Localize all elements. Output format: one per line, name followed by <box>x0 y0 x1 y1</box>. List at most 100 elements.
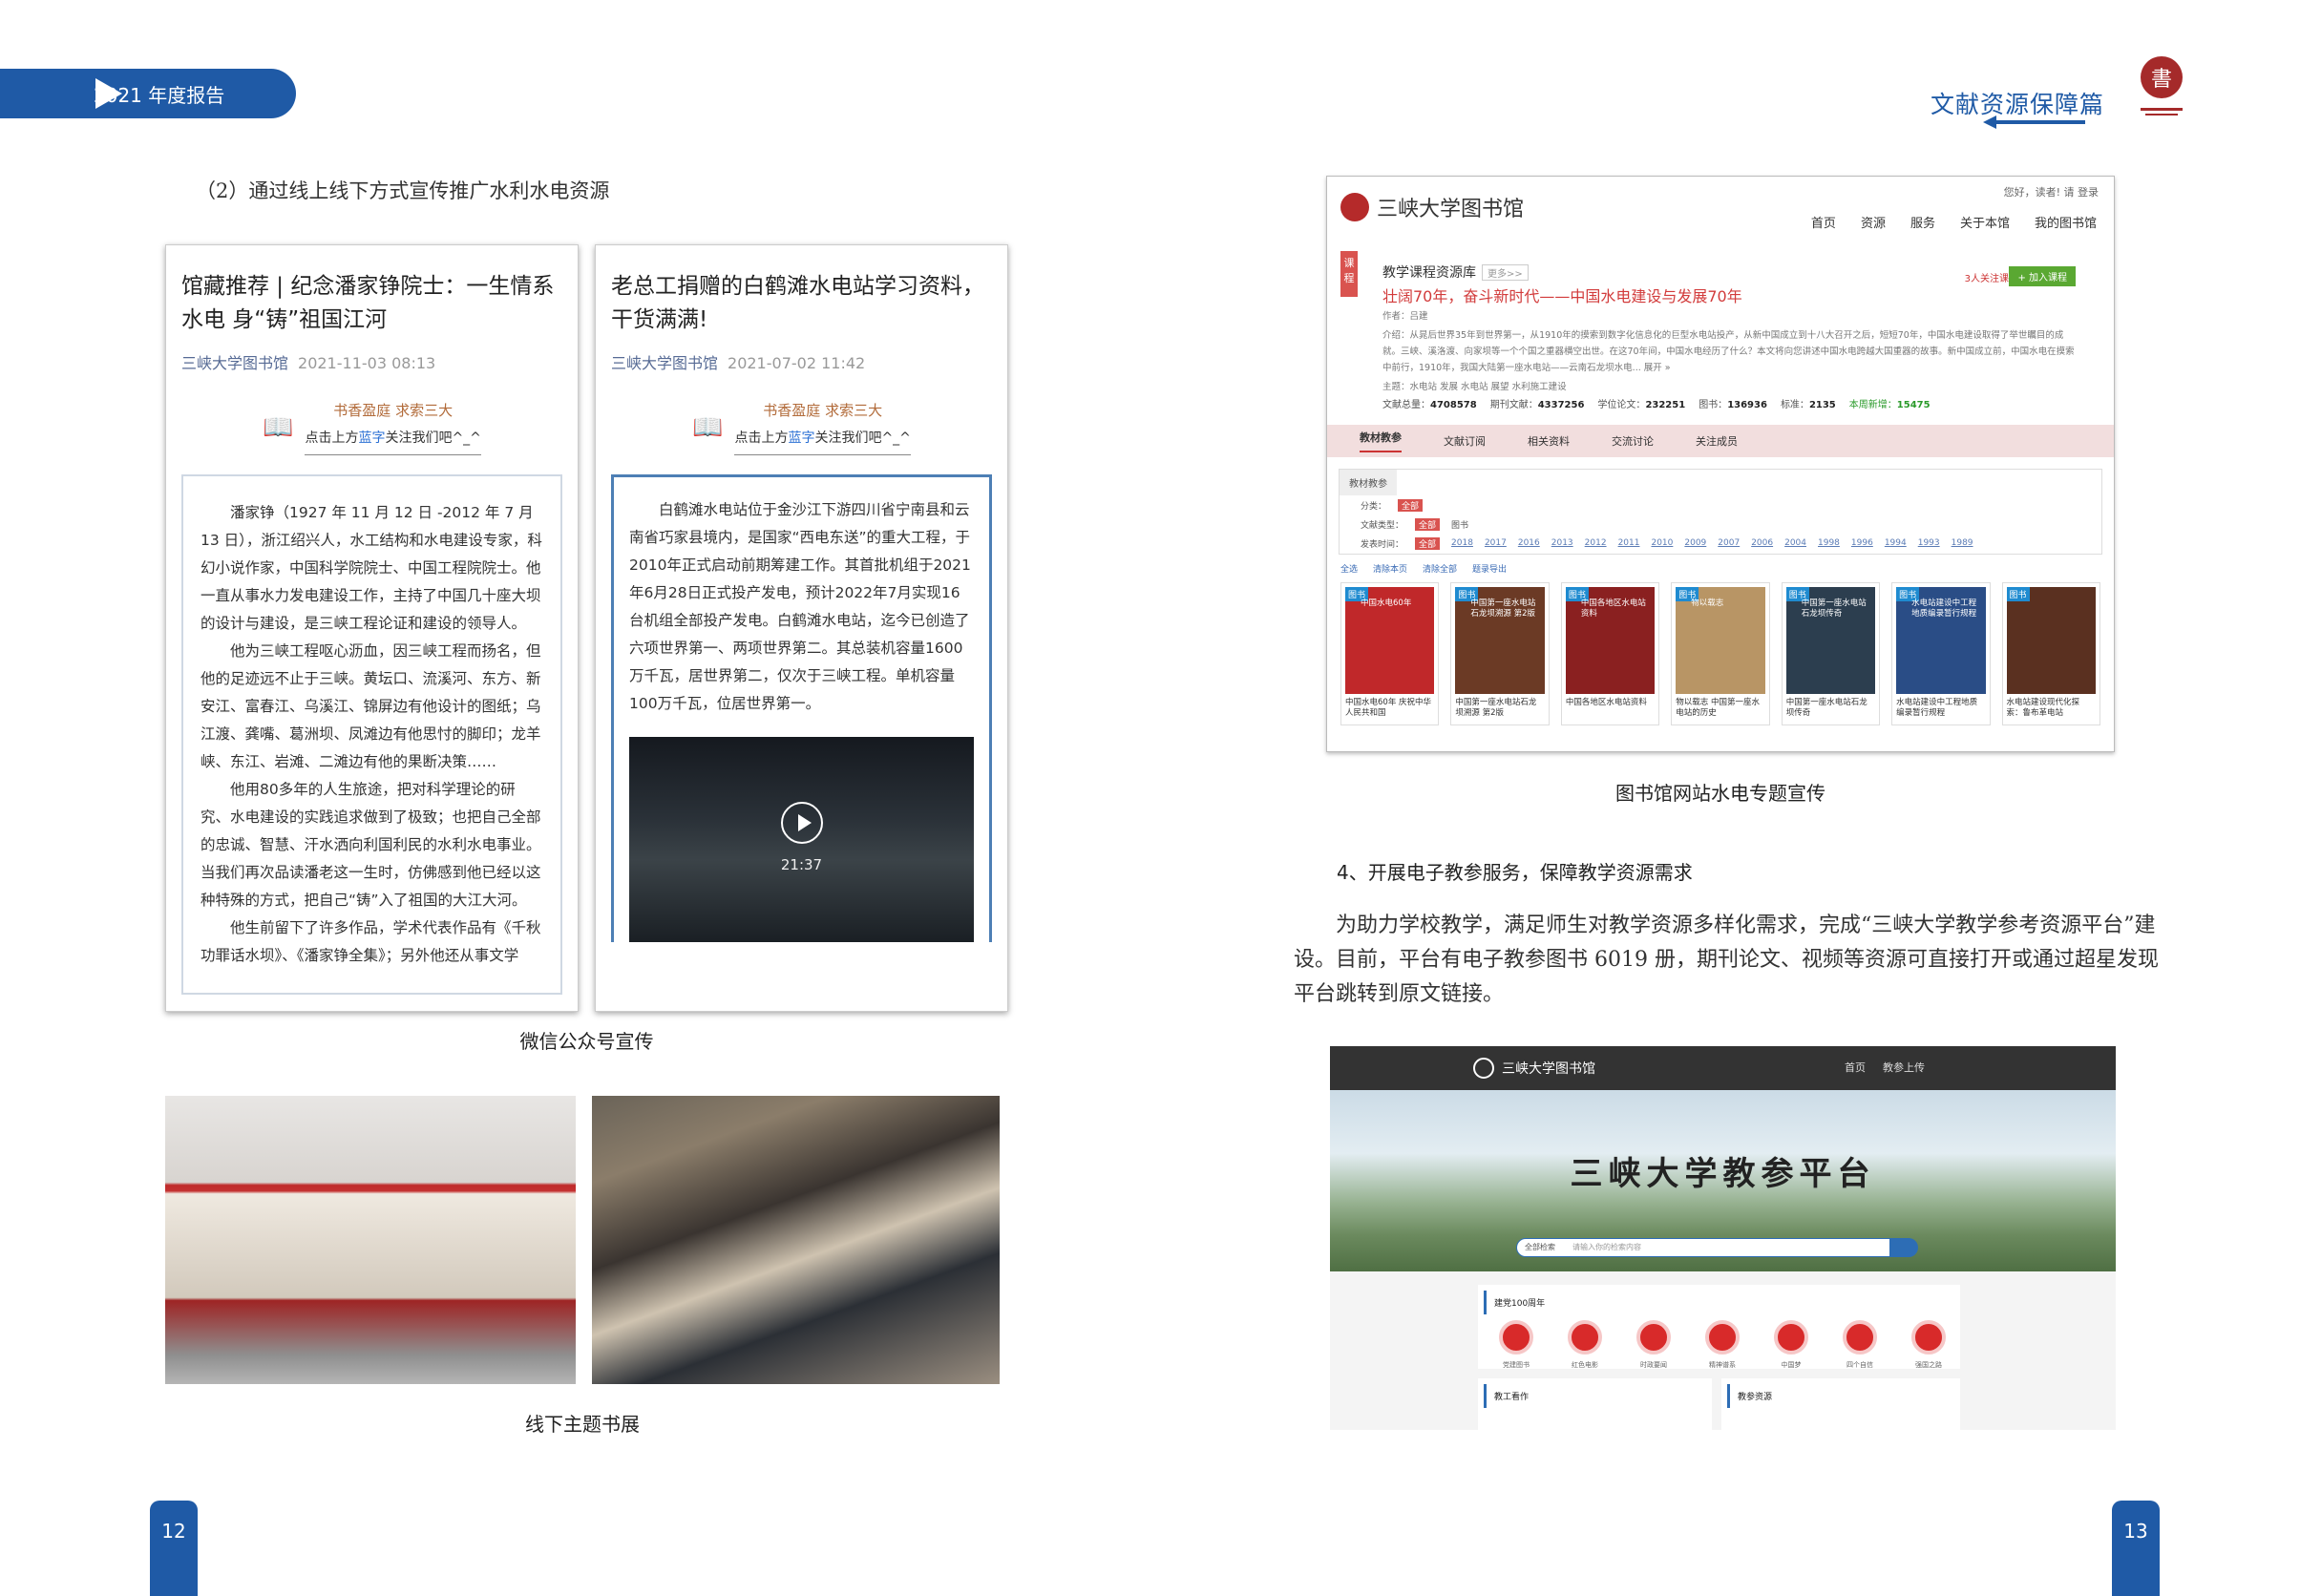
category-icon-button[interactable]: 强国之路 <box>1911 1320 1946 1370</box>
party-section-title: 建党100周年 <box>1484 1291 1954 1314</box>
book-card[interactable]: 图书 中国水电60年中国水电60年 庆祝中华人民共和国 <box>1340 582 1440 725</box>
filter-year-option[interactable]: 2007 <box>1718 538 1740 548</box>
filter-head: 教材教参 <box>1340 470 1397 495</box>
select-all[interactable]: 全选 <box>1340 562 1358 575</box>
edu-logo[interactable]: 三峡大学图书馆 <box>1473 1058 1595 1079</box>
wechat-post-2: 老总工捐赠的白鹤滩水电站学习资料，干货满满! 三峡大学图书馆 2021-07-02… <box>595 244 1008 1012</box>
filter-year-option[interactable]: 2012 <box>1585 538 1607 548</box>
nav-my-library[interactable]: 我的图书馆 <box>2035 213 2097 231</box>
post1-title[interactable]: 馆藏推荐 | 纪念潘家铮院士：一生情系水电 身“铸”祖国江河 <box>166 270 578 337</box>
filter-year-option[interactable]: 2011 <box>1618 538 1640 548</box>
clear-all[interactable]: 清除全部 <box>1423 562 1457 575</box>
category-icon-button[interactable]: 四个自信 <box>1843 1320 1877 1370</box>
book-cover[interactable]: 图书 物以载志 <box>1676 587 1765 694</box>
course-title: 教学课程资源库 <box>1382 265 1476 281</box>
nav-services[interactable]: 服务 <box>1910 213 1935 231</box>
category-icon-button[interactable]: 精神谱系 <box>1705 1320 1740 1370</box>
more-link[interactable]: 更多>> <box>1482 264 1529 281</box>
book-card[interactable]: 图书 中国第一座水电站石龙坝传奇中国第一座水电站石龙坝传奇 <box>1781 582 1881 725</box>
book-card[interactable]: 图书 中国第一座水电站石龙坝溯源 第2版中国第一座水电站石龙坝溯源 第2版 <box>1450 582 1550 725</box>
nav-home[interactable]: 首页 <box>1811 213 1836 231</box>
filter-label: 分类： <box>1361 501 1387 512</box>
filter-year-option[interactable]: 2017 <box>1485 538 1507 548</box>
book-card[interactable]: 图书 水电站建设中工程地质编录暂行规程水电站建设中工程地质编录暂行规程 <box>1891 582 1991 725</box>
edu-platform-screenshot: 三峡大学图书馆 首页 教参上传 三峡大学教参平台 全部检索 请输入你的检索内容 建… <box>1330 1046 2116 1430</box>
filter-year-option[interactable]: 全部 <box>1415 536 1441 550</box>
filter-year-option[interactable]: 2004 <box>1784 538 1806 548</box>
filter-year-option[interactable]: 1989 <box>1952 538 1973 548</box>
tab-related[interactable]: 相关资料 <box>1528 433 1570 449</box>
stat-value: 15475 <box>1896 400 1931 410</box>
nav-resources[interactable]: 资源 <box>1861 213 1886 231</box>
book-card[interactable]: 图书 中国各地区水电站资料 中国各地区水电站资料 <box>1560 582 1660 725</box>
tab-textbooks[interactable]: 教材教参 <box>1360 430 1402 452</box>
edu-nav-home[interactable]: 首页 <box>1845 1060 1866 1075</box>
filter-panel: 教材教参 分类： 全部 文献类型： 全部 图书 发表时间： 全部 2018 2017 2016… <box>1339 469 2102 555</box>
category-icon-button[interactable]: 中国梦 <box>1774 1320 1808 1370</box>
video-player[interactable]: 21:37 <box>629 737 974 942</box>
filter-option[interactable]: 图书 <box>1451 518 1468 531</box>
category-icon-button[interactable]: 党建图书 <box>1499 1320 1533 1370</box>
filter-year-option[interactable]: 2018 <box>1451 538 1473 548</box>
book-cover[interactable]: 图书 水电站建设中工程地质编录暂行规程 <box>1896 587 1986 694</box>
search-category[interactable]: 全部检索 <box>1525 1242 1555 1252</box>
filter-option[interactable]: 全部 <box>1415 517 1441 531</box>
book-cover-title: 中国各地区水电站资料 <box>1580 598 1646 619</box>
filter-year-option[interactable]: 2006 <box>1751 538 1773 548</box>
book-title[interactable]: 水电站建设现代化探索：鲁布革电站 <box>2007 698 2096 719</box>
library-logo[interactable]: 三峡大学图书馆 <box>1340 192 1524 222</box>
category-icon-button[interactable]: 时政要闻 <box>1636 1320 1671 1370</box>
post2-title[interactable]: 老总工捐赠的白鹤滩水电站学习资料，干货满满! <box>596 270 1007 337</box>
tab-discussion[interactable]: 交流讨论 <box>1612 433 1654 449</box>
post1-para: 他用80多年的人生旅途，把对科学理论的研究、水电建设的实践追求做到了极致；也把自… <box>200 781 541 909</box>
stat-label: 期刊文献： <box>1489 400 1538 410</box>
category-label: 党建图书 <box>1503 1361 1530 1369</box>
play-button-icon[interactable] <box>780 802 823 844</box>
tab-members[interactable]: 关注成员 <box>1696 433 1738 449</box>
category-icon-button[interactable]: 红色电影 <box>1568 1320 1602 1370</box>
clear-page[interactable]: 清除本页 <box>1373 562 1407 575</box>
book-cover[interactable]: 图书 中国第一座水电站石龙坝溯源 第2版 <box>1455 587 1545 694</box>
export-records[interactable]: 题录导出 <box>1472 562 1507 575</box>
stat-value: 4337256 <box>1537 400 1585 410</box>
search-button[interactable] <box>1889 1238 1918 1257</box>
book-title[interactable]: 物以载志 中国第一座水电站的历史 <box>1676 698 1764 719</box>
filter-year-option[interactable]: 2010 <box>1651 538 1673 548</box>
search-placeholder[interactable]: 请输入你的检索内容 <box>1572 1242 1641 1252</box>
book-title[interactable]: 中国各地区水电站资料 <box>1566 698 1655 708</box>
book-cover[interactable]: 图书 中国各地区水电站资料 <box>1565 587 1656 694</box>
filter-year-option[interactable]: 1993 <box>1918 538 1940 548</box>
book-type-badge: 图书 <box>2006 587 2030 601</box>
post2-source[interactable]: 三峡大学图书馆 <box>611 354 718 372</box>
open-book-icon: 📖 <box>692 413 724 442</box>
arrow-head-icon <box>1983 116 1996 129</box>
filter-year-option[interactable]: 1994 <box>1885 538 1907 548</box>
book-title[interactable]: 水电站建设中工程地质编录暂行规程 <box>1896 698 1985 719</box>
open-book-icon: 📖 <box>263 413 294 442</box>
red-circle-icon <box>1843 1320 1877 1354</box>
book-cover[interactable]: 图书 <box>2006 587 2096 694</box>
book-card[interactable]: 图书 物以载志物以载志 中国第一座水电站的历史 <box>1671 582 1770 725</box>
join-course-button[interactable]: + 加入课程 <box>2009 266 2076 286</box>
filter-year-option[interactable]: 1998 <box>1818 538 1840 548</box>
slogan-post: 关注我们吧^_^ <box>385 430 481 446</box>
book-cover[interactable]: 图书 中国第一座水电站石龙坝传奇 <box>1785 587 1876 694</box>
filter-option[interactable]: 全部 <box>1398 498 1424 512</box>
book-title[interactable]: 中国第一座水电站石龙坝溯源 第2版 <box>1455 698 1544 719</box>
book-cover[interactable]: 图书 中国水电60年 <box>1345 587 1435 694</box>
filter-year-option[interactable]: 2013 <box>1551 538 1573 548</box>
book-title[interactable]: 中国水电60年 庆祝中华人民共和国 <box>1345 698 1434 719</box>
tab-subscription[interactable]: 文献订阅 <box>1444 433 1486 449</box>
nav-about[interactable]: 关于本馆 <box>1960 213 2010 231</box>
filter-year-option[interactable]: 2016 <box>1518 538 1540 548</box>
post1-slogan: 📖 书香盈庭 求索三大 点击上方蓝字关注我们吧^_^ <box>166 400 578 455</box>
filter-year-option[interactable]: 2009 <box>1684 538 1706 548</box>
book-title[interactable]: 中国第一座水电站石龙坝传奇 <box>1786 698 1875 719</box>
edu-logo-text: 三峡大学图书馆 <box>1502 1061 1595 1077</box>
post1-source[interactable]: 三峡大学图书馆 <box>181 354 288 372</box>
login-link[interactable]: 您好，读者! 请 登录 <box>2004 184 2099 200</box>
edu-search-bar[interactable]: 全部检索 请输入你的检索内容 <box>1516 1238 1918 1257</box>
book-card[interactable]: 图书水电站建设现代化探索：鲁布革电站 <box>2001 582 2100 725</box>
edu-nav-upload[interactable]: 教参上传 <box>1883 1060 1925 1075</box>
filter-year-option[interactable]: 1996 <box>1851 538 1873 548</box>
